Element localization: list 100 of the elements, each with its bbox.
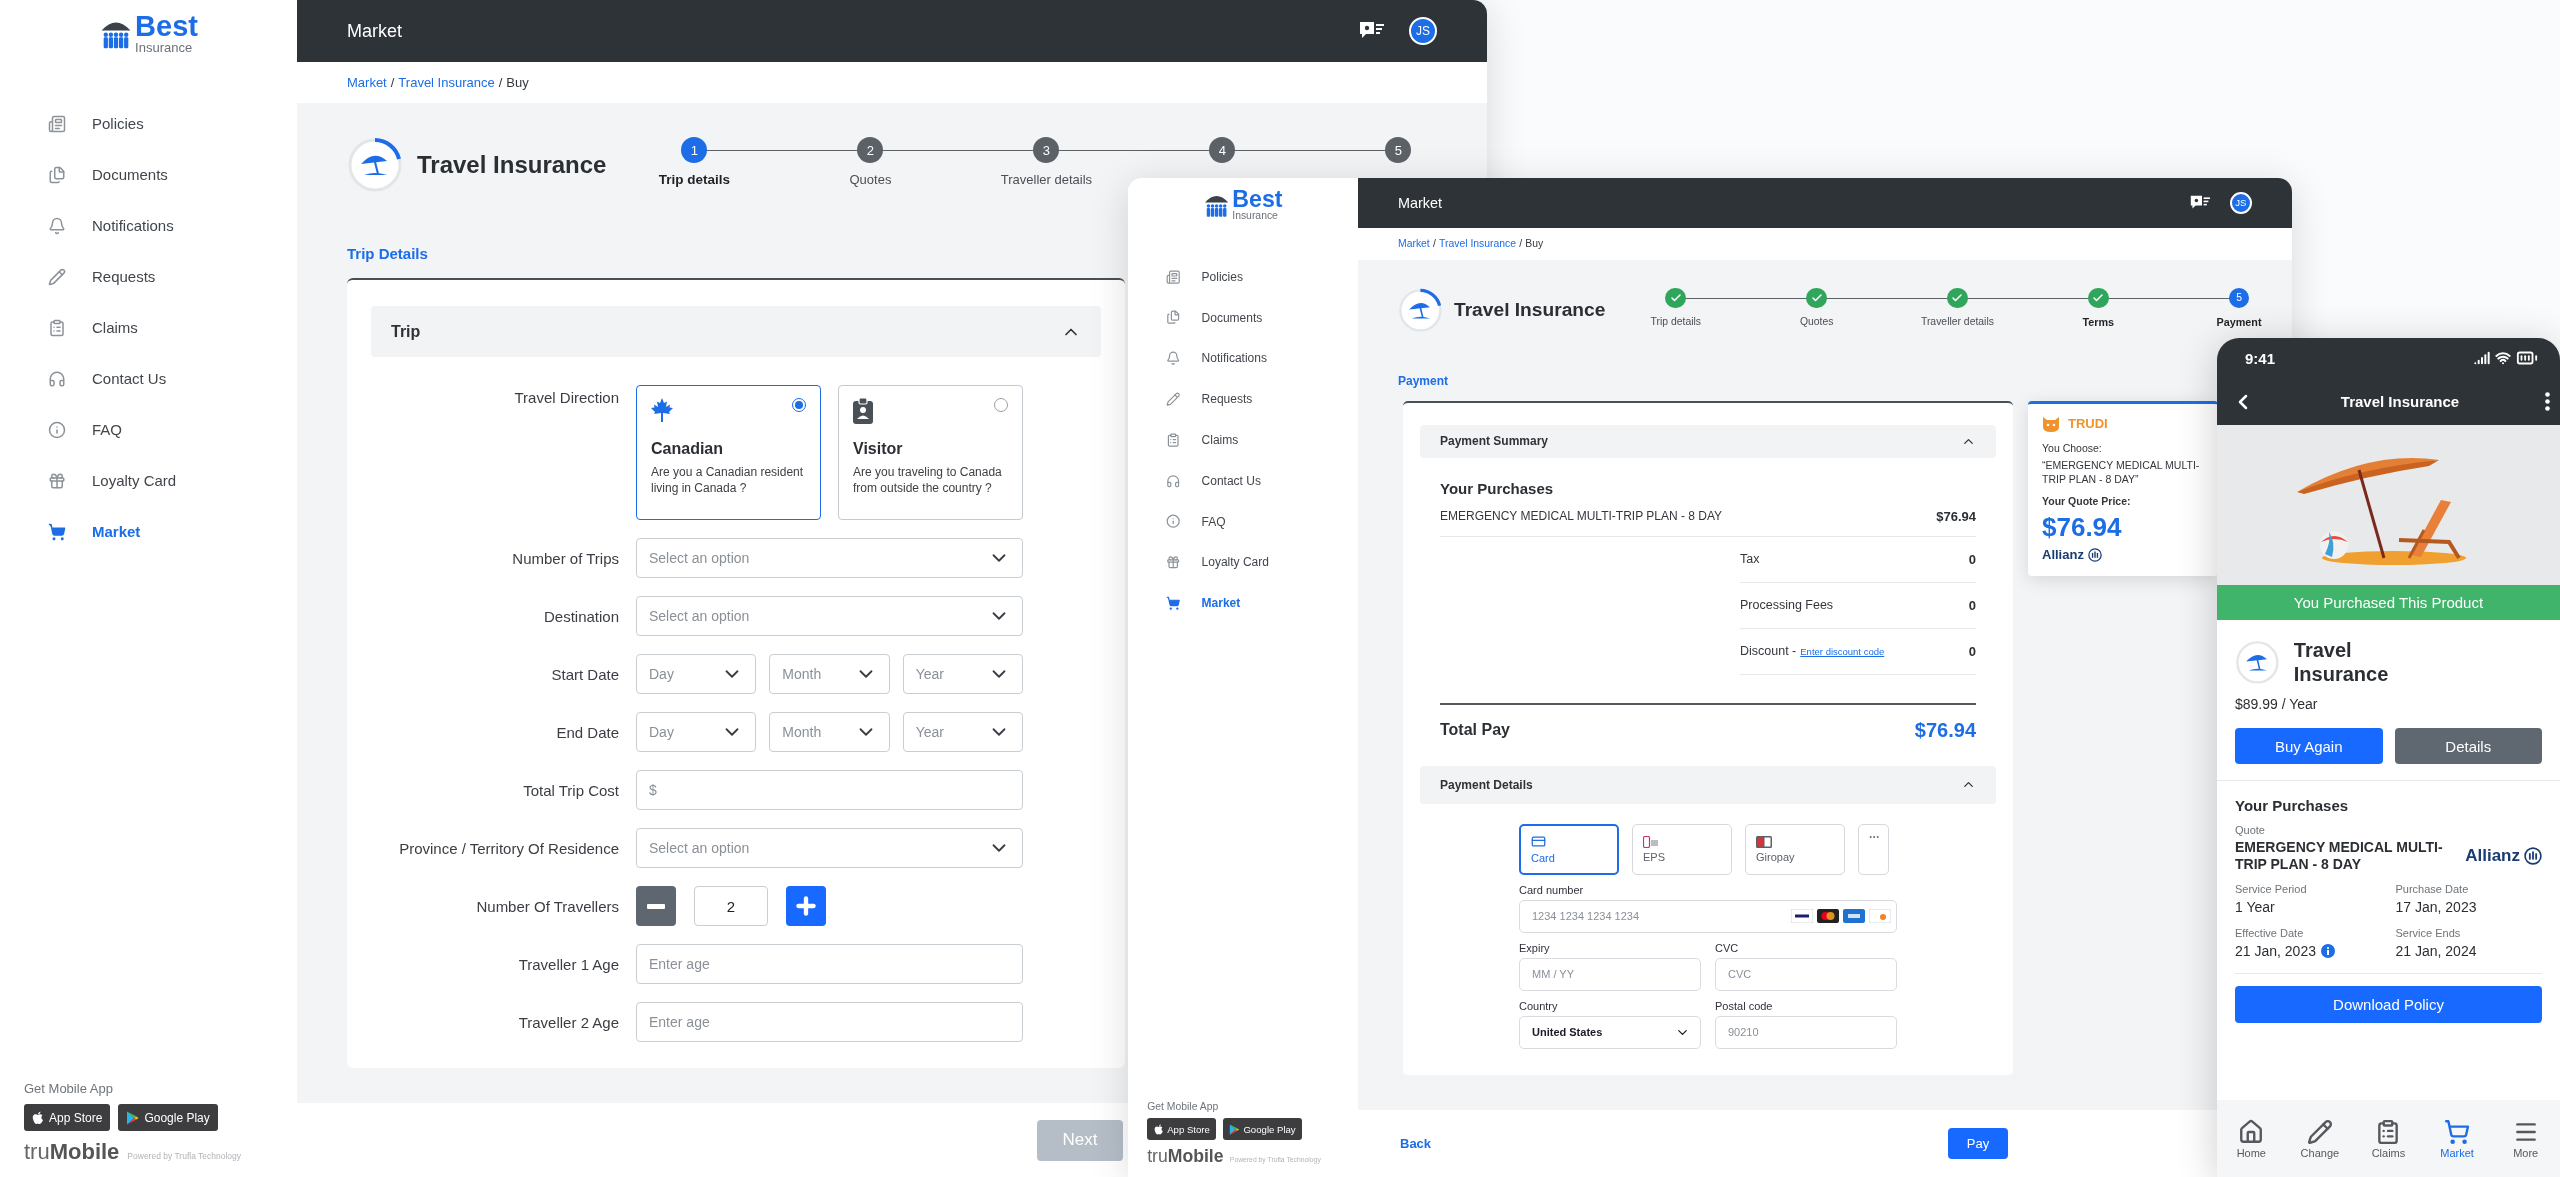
more-button[interactable] bbox=[2545, 392, 2550, 411]
id-badge-icon bbox=[853, 398, 873, 424]
payment-method-tab[interactable]: Card bbox=[1519, 823, 1619, 875]
payment-method-tab[interactable]: EPS bbox=[1632, 823, 1732, 875]
info-icon bbox=[1166, 514, 1181, 529]
input-field[interactable]: Enter age bbox=[636, 1002, 1023, 1042]
tab-bar-item[interactable]: Change bbox=[2285, 1100, 2355, 1177]
option-card[interactable]: Visitor Are you traveling to Canada from outside the country ? bbox=[838, 385, 1023, 520]
tab-bar-item[interactable]: Market bbox=[2422, 1100, 2492, 1177]
breadcrumb-item[interactable]: Buy bbox=[506, 75, 529, 90]
sidebar-item[interactable]: FAQ bbox=[0, 404, 297, 455]
pencil-icon bbox=[1166, 392, 1181, 407]
breadcrumb-separator: / bbox=[390, 75, 395, 90]
input-field[interactable]: Enter age bbox=[636, 944, 1023, 984]
option-description: Are you a Canadian resident living in Canada ? bbox=[651, 464, 805, 497]
step-circle: 5 bbox=[1385, 137, 1412, 163]
sidebar-item[interactable]: Documents bbox=[0, 149, 297, 200]
discount-link[interactable]: Enter discount code bbox=[1800, 645, 1885, 657]
select-field[interactable]: United States bbox=[1519, 1015, 1701, 1049]
tab-bar-item[interactable]: Home bbox=[2217, 1100, 2286, 1177]
field-label: Destination bbox=[542, 607, 619, 625]
input-field[interactable]: CVC bbox=[1715, 957, 1897, 991]
sidebar-item[interactable]: Requests bbox=[0, 251, 297, 302]
breadcrumb-item[interactable]: Travel Insurance bbox=[1439, 238, 1517, 250]
cat-icon bbox=[2042, 415, 2060, 432]
purchases-heading: Your Purchases bbox=[2235, 797, 2350, 814]
input-field[interactable]: 90210 bbox=[1715, 1015, 1897, 1049]
sidebar-item[interactable]: Documents bbox=[1128, 297, 1358, 338]
price-label: Your Quote Price: bbox=[2042, 494, 2132, 509]
sidebar-item[interactable]: Market bbox=[1128, 582, 1358, 624]
sidebar-item[interactable]: Notifications bbox=[1128, 338, 1358, 379]
card-number-field[interactable]: 1234 1234 1234 1234 bbox=[1519, 899, 1897, 933]
help-icon[interactable] bbox=[2189, 194, 2211, 211]
fee-amount: 0 bbox=[1968, 597, 1976, 613]
brand-name: truMobile bbox=[24, 1139, 120, 1165]
step-label: Trip details bbox=[658, 172, 731, 187]
store-button[interactable]: Google Play bbox=[118, 1104, 218, 1131]
kebab-icon bbox=[2545, 392, 2550, 411]
input-field[interactable]: $ bbox=[636, 770, 1023, 810]
buy-again-button[interactable]: Buy Again bbox=[2235, 728, 2383, 764]
accordion-header[interactable]: Payment Summary bbox=[1420, 424, 1996, 458]
step-circle: 5 bbox=[2228, 287, 2250, 309]
sidebar-item[interactable]: Loyalty Card bbox=[0, 455, 297, 506]
download-button[interactable]: Download Policy bbox=[2235, 985, 2542, 1023]
newspaper-icon bbox=[48, 114, 66, 133]
store-button[interactable]: Google Play bbox=[1222, 1118, 1303, 1140]
back-button[interactable]: Back bbox=[1400, 1136, 1432, 1151]
help-icon[interactable] bbox=[1359, 21, 1385, 41]
sidebar-item[interactable]: Claims bbox=[0, 302, 297, 353]
wifi-icon bbox=[2495, 350, 2511, 366]
umbrella-icon bbox=[347, 137, 403, 193]
plus-button[interactable] bbox=[786, 886, 826, 926]
pay-button[interactable]: Pay bbox=[1948, 1128, 2008, 1159]
sidebar-item[interactable]: FAQ bbox=[1128, 501, 1358, 542]
accordion-header[interactable]: Payment Details bbox=[1420, 765, 1996, 804]
sidebar-item[interactable]: Loyalty Card bbox=[1128, 541, 1358, 583]
avatar[interactable]: JS bbox=[2229, 191, 2252, 214]
umbrella-icon bbox=[2235, 639, 2280, 685]
pencil-icon bbox=[48, 267, 66, 286]
insurer-name: Allianz bbox=[2465, 845, 2520, 866]
breadcrumb-item[interactable]: Travel Insurance bbox=[398, 75, 495, 90]
item-price: $76.94 bbox=[1936, 508, 1976, 524]
details-button[interactable]: Details bbox=[2394, 728, 2542, 764]
input-field[interactable]: MM / YY bbox=[1519, 957, 1701, 991]
fact-label: Service Period bbox=[2235, 882, 2308, 895]
sidebar-item[interactable]: Claims bbox=[1128, 419, 1358, 461]
logo-name: Best bbox=[1232, 187, 1283, 211]
sidebar-item[interactable]: Requests bbox=[1128, 378, 1358, 420]
count-field[interactable]: 2 bbox=[694, 886, 768, 926]
minus-button[interactable] bbox=[636, 886, 676, 926]
breadcrumb-item[interactable]: Market bbox=[347, 75, 387, 90]
option-card[interactable]: Canadian Are you a Canadian resident living in Canada ? bbox=[636, 385, 821, 520]
clipboard-icon bbox=[48, 318, 66, 337]
assistant-intro: You Choose: bbox=[2042, 441, 2103, 456]
info-icon[interactable] bbox=[2320, 943, 2335, 958]
field-label: CVC bbox=[1715, 941, 1740, 954]
sidebar-item[interactable]: Market bbox=[0, 506, 297, 557]
sidebar-item[interactable]: Contact Us bbox=[1128, 460, 1358, 502]
step-label: Payment bbox=[2216, 315, 2262, 328]
sidebar-item[interactable]: Policies bbox=[0, 98, 297, 149]
sidebar-item[interactable]: Notifications bbox=[0, 200, 297, 251]
avatar[interactable]: JS bbox=[1409, 17, 1437, 45]
accordion-header[interactable]: Trip bbox=[371, 306, 1101, 357]
tab-bar-item[interactable]: Claims bbox=[2354, 1100, 2423, 1177]
tab-bar-item[interactable]: More bbox=[2491, 1100, 2560, 1177]
store-button[interactable]: App Store bbox=[1147, 1118, 1217, 1140]
step-label: Quotes bbox=[849, 172, 892, 187]
quote-name: EMERGENCY MEDICAL MULTI-TRIP PLAN - 8 DAY bbox=[2235, 839, 2444, 873]
breadcrumb-item[interactable]: Market bbox=[1398, 238, 1430, 250]
mobile-app-heading: Get Mobile App bbox=[1147, 1101, 1220, 1113]
payment-method-tab[interactable]: Giropay bbox=[1745, 823, 1845, 875]
option-title: Canadian bbox=[651, 440, 724, 458]
fee-amount: 0 bbox=[1968, 551, 1976, 567]
sidebar-item[interactable]: Contact Us bbox=[0, 353, 297, 404]
pencil-icon bbox=[2306, 1118, 2333, 1145]
sidebar-item[interactable]: Policies bbox=[1128, 256, 1358, 298]
field-label: Number Of Travellers bbox=[475, 897, 619, 915]
store-button[interactable]: App Store bbox=[24, 1104, 111, 1131]
breadcrumb-item[interactable]: Buy bbox=[1525, 238, 1544, 250]
field-label: End Date bbox=[555, 723, 619, 741]
